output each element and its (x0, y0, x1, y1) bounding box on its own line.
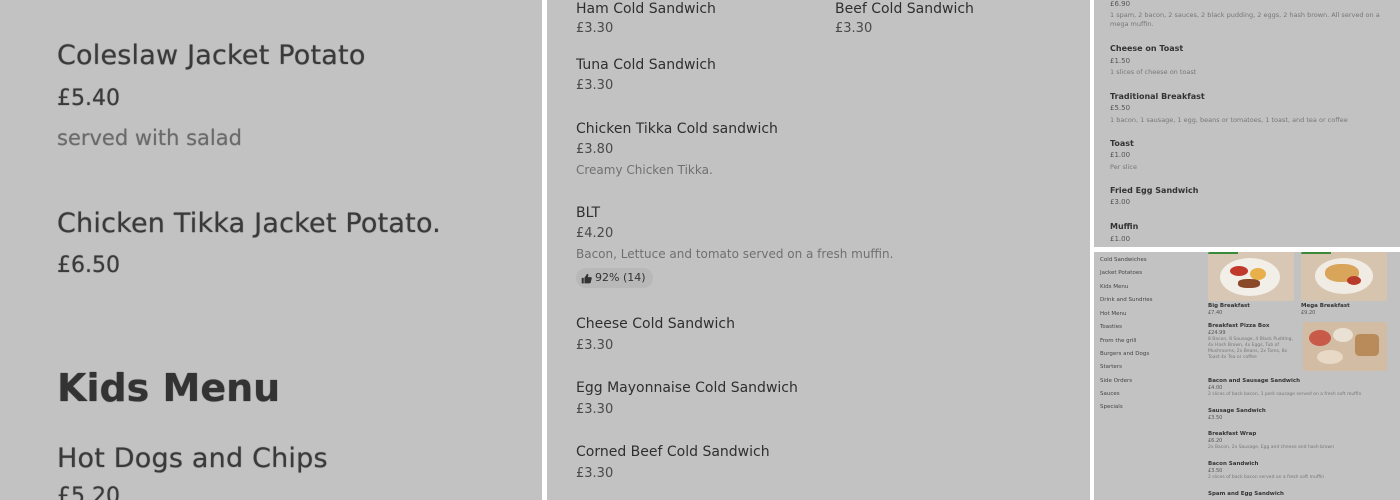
menu-item-description: 1 bacon, 1 sausage, 1 egg, beans or toma… (1110, 116, 1348, 124)
menu-item-name[interactable]: Coleslaw Jacket Potato (57, 40, 366, 71)
menu-item-name[interactable]: Breakfast Pizza Box (1208, 323, 1269, 329)
cold-sandwiches-panel: Ham Cold Sandwich £3.30 Beef Cold Sandwi… (547, 0, 1090, 500)
sidebar-item-kids-menu[interactable]: Kids Menu (1100, 284, 1128, 290)
menu-item-name[interactable]: Egg Mayonnaise Cold Sandwich (576, 380, 798, 396)
sidebar-item-jacket-potatoes[interactable]: Jacket Potatoes (1100, 270, 1142, 276)
menu-item-description: 2 slices of back bacon served on a fresh… (1208, 475, 1325, 480)
thumbs-up-icon (581, 273, 592, 283)
menu-overview-panel: Cold Sandwiches Jacket Potatoes Kids Men… (1094, 252, 1400, 500)
menu-item-name[interactable]: Ham Cold Sandwich (576, 1, 716, 17)
menu-item-price: £5.50 (1110, 104, 1131, 112)
hot-menu-panel: £6.90 1 spam, 2 bacon, 2 sauces, 2 black… (1094, 0, 1400, 247)
menu-item-price: £1.50 (1110, 57, 1131, 65)
menu-item-description: Per slice (1110, 163, 1137, 171)
menu-item-price: £1.00 (1110, 151, 1131, 159)
menu-item-price: £4.20 (576, 226, 614, 241)
zoomed-menu-panel: Coleslaw Jacket Potato £5.40 served with… (0, 0, 542, 500)
sidebar-item-sauces[interactable]: Sauces (1100, 391, 1120, 397)
menu-item-name[interactable]: Beef Cold Sandwich (835, 1, 974, 17)
rating-text: 92% (14) (595, 271, 646, 284)
menu-item-price: £3.80 (576, 142, 614, 157)
menu-item-name[interactable]: Muffin (1110, 222, 1138, 231)
menu-item-description: Creamy Chicken Tikka. (576, 163, 713, 177)
menu-item-description: served with salad (57, 126, 242, 150)
menu-item-price: £5.20 (57, 484, 120, 500)
sidebar-item-starters[interactable]: Starters (1100, 364, 1122, 370)
menu-item-description: Bacon, Lettuce and tomato served on a fr… (576, 247, 894, 261)
menu-item-name[interactable]: Chicken Tikka Cold sandwich (576, 121, 778, 137)
menu-item-name[interactable]: Big Breakfast (1208, 303, 1250, 309)
menu-item-name[interactable]: Breakfast Wrap (1208, 431, 1256, 437)
rating-badge: 92% (14) (576, 268, 653, 288)
menu-item-name[interactable]: Cheese Cold Sandwich (576, 316, 735, 332)
mega-breakfast-photo[interactable] (1301, 252, 1387, 301)
menu-item-name[interactable]: Toast (1110, 139, 1134, 148)
sidebar-item-burgers-and-dogs[interactable]: Burgers and Dogs (1100, 351, 1149, 357)
menu-item-name[interactable]: Corned Beef Cold Sandwich (576, 444, 770, 460)
menu-item-price: £5.40 (57, 86, 120, 111)
menu-item-price: £3.30 (835, 21, 873, 36)
menu-item-description: 2 slices of back bacon, 1 pork sausage s… (1208, 392, 1362, 397)
menu-item-description: 8 Bacon, 8 Sausage, 4 Black Pudding, 4x … (1208, 337, 1293, 360)
sidebar-item-toasties[interactable]: Toasties (1100, 324, 1122, 330)
menu-item-name[interactable]: Traditional Breakfast (1110, 92, 1205, 101)
menu-item-name[interactable]: Bacon and Sausage Sandwich (1208, 378, 1300, 384)
menu-item-name[interactable]: Chicken Tikka Jacket Potato. (57, 208, 441, 239)
menu-item-name[interactable]: Mega Breakfast (1301, 303, 1350, 309)
menu-item-price: £3.30 (576, 21, 614, 36)
menu-item-price: £3.30 (576, 402, 614, 417)
menu-item-price: £24.99 (1208, 330, 1226, 336)
menu-item-name[interactable]: Fried Egg Sandwich (1110, 186, 1198, 195)
menu-item-name[interactable]: Tuna Cold Sandwich (576, 57, 716, 73)
sidebar-item-side-orders[interactable]: Side Orders (1100, 378, 1132, 384)
menu-item-price: £7.40 (1208, 310, 1223, 316)
menu-item-description: 1 slices of cheese on toast (1110, 68, 1197, 76)
big-breakfast-photo[interactable] (1208, 252, 1294, 301)
menu-item-description: 2x Bacon, 2x Sausage, Egg and cheese and… (1208, 445, 1335, 450)
sidebar-item-hot-menu[interactable]: Hot Menu (1100, 311, 1127, 317)
menu-item-price: £6.50 (57, 253, 120, 278)
sidebar-item-from-the-grill[interactable]: From the grill (1100, 338, 1137, 344)
menu-item-price: £4.00 (1208, 385, 1223, 391)
menu-item-price: £3.30 (576, 338, 614, 353)
menu-item-price: £3.30 (576, 466, 614, 481)
menu-item-price: £1.00 (1110, 235, 1131, 243)
menu-item-price: £3.30 (576, 78, 614, 93)
menu-item-name[interactable]: BLT (576, 205, 600, 221)
sidebar-item-specials[interactable]: Specials (1100, 404, 1123, 410)
section-heading: Kids Menu (57, 366, 281, 410)
menu-item-price: £6.90 (1110, 0, 1131, 8)
menu-item-price: £3.50 (1208, 415, 1223, 421)
menu-item-name[interactable]: Sausage Sandwich (1208, 408, 1266, 414)
sidebar-item-drink-and-sundries[interactable]: Drink and Sundries (1100, 297, 1153, 303)
menu-item-description: 1 spam, 2 bacon, 2 sauces, 2 black puddi… (1110, 11, 1380, 28)
sidebar-item-cold-sandwiches[interactable]: Cold Sandwiches (1100, 257, 1147, 263)
menu-item-name[interactable]: Hot Dogs and Chips (57, 443, 328, 474)
menu-item-name[interactable]: Cheese on Toast (1110, 44, 1183, 53)
breakfast-pizza-box-photo[interactable] (1303, 322, 1387, 371)
menu-item-price: £9.20 (1301, 310, 1316, 316)
menu-item-price: £3.00 (1110, 198, 1131, 206)
menu-item-name[interactable]: Bacon Sandwich (1208, 461, 1258, 467)
menu-item-name[interactable]: Spam and Egg Sandwich (1208, 491, 1284, 497)
menu-item-price: £3.50 (1208, 468, 1223, 474)
menu-item-price: £6.20 (1208, 438, 1223, 444)
